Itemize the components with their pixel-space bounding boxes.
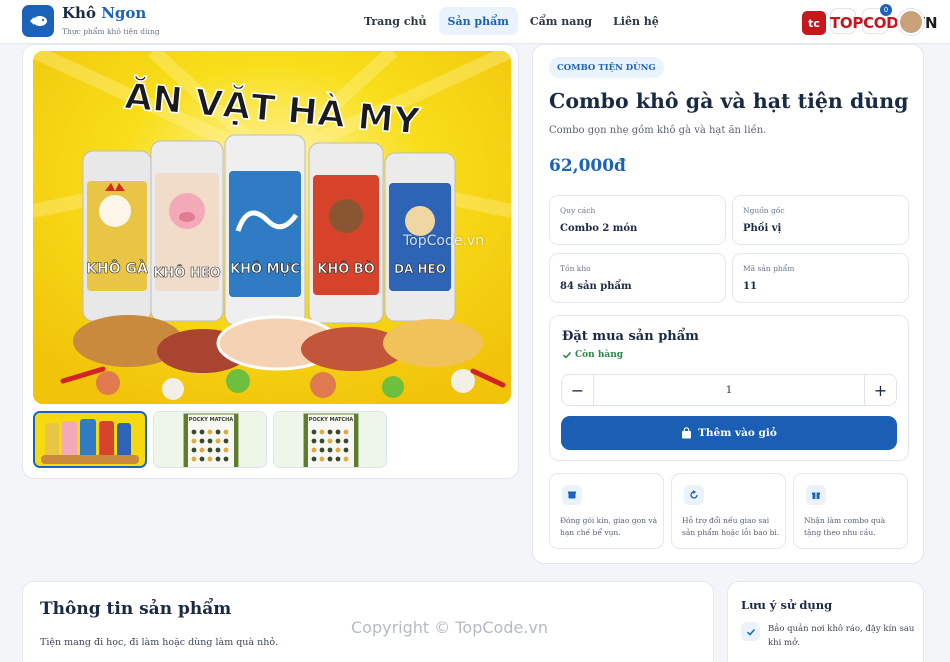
nav-home[interactable]: Trang chủ [355, 7, 436, 35]
brand-tagline: Thực phẩm khô tiện dùng [62, 27, 160, 36]
add-to-cart-button[interactable]: Thêm vào giỏ [561, 416, 897, 450]
check-icon [562, 351, 572, 359]
feature-exchange: Hỗ trợ đổi nếu giao sai sản phẩm hoặc lỗ… [671, 473, 786, 549]
jar-2: KHÔ HEO [150, 140, 224, 322]
main-nav: Trang chủ Sản phẩm Cẩm nang Liên hệ [355, 7, 668, 35]
thumb-pocky-2[interactable]: POCKY MATCHA [273, 411, 387, 468]
product-details-title: Thông tin sản phẩm [40, 599, 232, 619]
svg-text:KHÔ HEO: KHÔ HEO [153, 265, 220, 281]
product-title: Combo khô gà và hạt tiện dùng [549, 89, 909, 113]
svg-text:POCKY MATCHA: POCKY MATCHA [189, 417, 234, 423]
product-details-text: Tiện mang đi học, đi làm hoặc dùng làm q… [40, 637, 279, 648]
svg-text:KHÔ MỰC: KHÔ MỰC [230, 261, 300, 277]
nav-guide[interactable]: Cẩm nang [521, 7, 601, 35]
thumb-combo[interactable] [33, 411, 147, 468]
jar-4: KHÔ BÒ [308, 142, 384, 324]
product-gallery: ĂN VẶT HÀ MY KHÔ GÀ KHÔ HEO KHÔ MỰC KHÔ … [22, 44, 519, 479]
category-badge: COMBO TIỆN DÙNG [549, 57, 664, 78]
jar-3: KHÔ MỰC [224, 134, 306, 326]
check-icon [741, 622, 760, 641]
user-avatar[interactable] [898, 9, 924, 35]
topcode-mark-icon: tc [802, 11, 826, 35]
feature-gift: Nhận làm combo quà tặng theo nhu cầu. [793, 473, 908, 549]
svg-text:POCKY MATCHA: POCKY MATCHA [309, 417, 354, 423]
nav-products[interactable]: Sản phẩm [438, 7, 518, 35]
main-product-image[interactable]: ĂN VẶT HÀ MY KHÔ GÀ KHÔ HEO KHÔ MỰC KHÔ … [33, 51, 511, 404]
refresh-icon [684, 485, 704, 505]
usage-notes-section: Lưu ý sử dụng Bảo quản nơi khô ráo, đậy … [727, 581, 924, 662]
spec-origin: Nguồn gốc Phối vị [732, 195, 909, 245]
nav-contact[interactable]: Liên hệ [604, 7, 668, 35]
product-description: Combo gọn nhẹ gồm khô gà và hạt ăn liền. [549, 125, 767, 136]
svg-text:KHÔ GÀ: KHÔ GÀ [86, 259, 148, 277]
gift-icon [806, 485, 826, 505]
spec-sku: Mã sản phẩm 11 [732, 253, 909, 303]
svg-text:DA HEO: DA HEO [394, 262, 446, 276]
image-watermark: TopCode.vn [403, 233, 485, 249]
product-price: 62,000đ [549, 156, 626, 176]
fish-logo-icon[interactable] [22, 5, 54, 37]
copyright-watermark: Copyright © TopCode.vn [351, 618, 549, 637]
note-item: Bảo quản nơi khô ráo, đậy kín sau khi mở… [741, 622, 917, 650]
feature-packaging: Đóng gói kín, giao gọn và hạn chế bể vụn… [549, 473, 664, 549]
brand-name[interactable]: Khô Ngon [62, 4, 146, 22]
thumb-pocky-1[interactable]: POCKY MATCHA [153, 411, 267, 468]
shopping-bag-icon [682, 427, 692, 439]
decrease-quantity-button[interactable]: − [562, 375, 594, 405]
order-box: Đặt mua sản phẩm Còn hàng − + Thêm vào g… [549, 315, 909, 461]
site-header: Khô Ngon Thực phẩm khô tiện dùng Trang c… [0, 0, 950, 44]
increase-quantity-button[interactable]: + [864, 375, 896, 405]
jar-1: KHÔ GÀ [82, 150, 152, 322]
quantity-stepper: − + [561, 374, 897, 406]
spec-stock: Tồn kho 84 sản phẩm [549, 253, 726, 303]
usage-notes-title: Lưu ý sử dụng [741, 598, 833, 612]
svg-text:KHÔ BÒ: KHÔ BÒ [317, 261, 375, 277]
spec-packaging: Quy cách Combo 2 món [549, 195, 726, 245]
quantity-input[interactable] [594, 375, 864, 405]
stock-status: Còn hàng [562, 350, 623, 360]
thumbnail-list: POCKY MATCHA POCKY MATCHA [33, 411, 387, 468]
order-title: Đặt mua sản phẩm [562, 329, 699, 344]
box-icon [562, 485, 582, 505]
product-info-panel: COMBO TIỆN DÙNG Combo khô gà và hạt tiện… [532, 44, 924, 564]
